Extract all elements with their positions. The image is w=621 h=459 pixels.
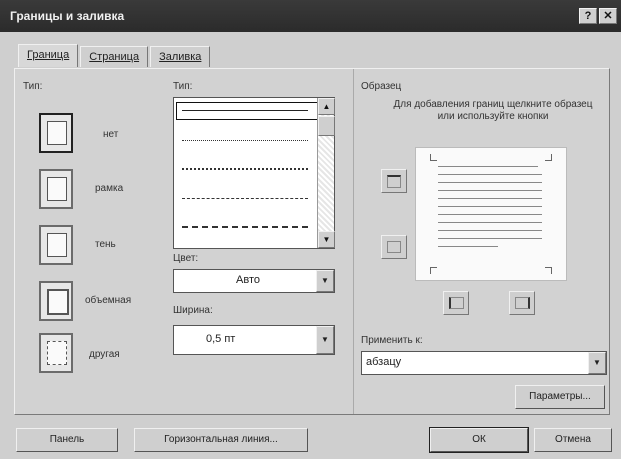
right-border-icon xyxy=(515,297,530,309)
style-solid[interactable] xyxy=(182,110,308,111)
ok-button[interactable]: ОК xyxy=(429,427,529,453)
borders-panel: Тип: нет рамка тень объемная другая Тип: xyxy=(14,68,610,415)
borders-dialog: Границы и заливка ? ✕ Граница Страница З… xyxy=(0,0,621,459)
toolbar-button[interactable]: Панель xyxy=(16,428,118,452)
sample-preview[interactable] xyxy=(415,147,567,281)
type-box-label: рамка xyxy=(95,183,124,194)
left-border-icon xyxy=(449,297,464,309)
preview-line xyxy=(438,166,538,167)
preview-line xyxy=(438,214,542,215)
selected-style-highlight xyxy=(176,102,318,120)
sample-label: Образец xyxy=(361,81,402,92)
preview-line xyxy=(438,222,542,223)
options-button[interactable]: Параметры... xyxy=(515,385,605,409)
title-bar: Границы и заливка ? ✕ xyxy=(0,0,621,32)
color-select[interactable]: Авто ▼ xyxy=(173,269,335,293)
inner-border-icon xyxy=(387,241,401,253)
top-border-icon xyxy=(387,175,401,188)
preview-line xyxy=(438,182,542,183)
preview-line xyxy=(438,238,542,239)
corner-mark-icon xyxy=(545,267,552,274)
type-3d-button[interactable] xyxy=(39,281,73,321)
preview-line xyxy=(438,206,542,207)
corner-mark-icon xyxy=(545,154,552,161)
preview-line xyxy=(438,174,542,175)
type-shadow-icon xyxy=(47,233,67,257)
horizontal-line-button[interactable]: Горизонтальная линия... xyxy=(134,428,308,452)
tab-shading[interactable]: Заливка xyxy=(150,46,211,67)
type-3d-icon xyxy=(47,289,69,315)
apply-to-label: Применить к: xyxy=(361,335,423,346)
line-style-list[interactable]: ▲ ▼ xyxy=(173,97,335,249)
tab-page-label: Страница xyxy=(89,51,140,63)
type-none-button[interactable] xyxy=(39,113,73,153)
type-3d-label: объемная xyxy=(85,295,132,306)
close-button[interactable]: ✕ xyxy=(599,8,617,24)
preview-line xyxy=(438,246,498,247)
tab-page[interactable]: Страница xyxy=(80,46,149,67)
title-buttons: ? ✕ xyxy=(579,8,617,24)
color-dropdown-icon[interactable]: ▼ xyxy=(316,270,334,292)
preview-line xyxy=(438,230,542,231)
preview-line xyxy=(438,198,542,199)
apply-to-value: абзацу xyxy=(366,356,402,368)
tab-shading-label: Заливка xyxy=(159,51,202,63)
tab-borders-label: Граница xyxy=(27,49,70,61)
scroll-thumb[interactable] xyxy=(318,116,335,136)
sample-hint: Для добавления границ щелкните образец и… xyxy=(393,99,593,122)
tab-borders[interactable]: Граница xyxy=(18,44,79,67)
type-none-label: нет xyxy=(103,129,119,140)
style-dashed[interactable] xyxy=(182,198,308,199)
color-value: Авто xyxy=(236,274,260,286)
scroll-up-arrow-icon[interactable]: ▲ xyxy=(318,98,335,115)
type-shadow-label: тень xyxy=(95,239,116,250)
apply-to-select[interactable]: абзацу ▼ xyxy=(361,351,607,375)
style-dotted-thick[interactable] xyxy=(182,168,308,170)
scroll-down-arrow-icon[interactable]: ▼ xyxy=(318,231,335,248)
top-border-button[interactable] xyxy=(381,169,407,193)
width-dropdown-icon[interactable]: ▼ xyxy=(316,326,334,354)
help-button[interactable]: ? xyxy=(579,8,597,24)
type-shadow-button[interactable] xyxy=(39,225,73,265)
tab-strip: Граница Страница Заливка xyxy=(18,44,212,67)
type-label: Тип: xyxy=(23,81,43,92)
section-divider xyxy=(353,69,354,414)
style-scrollbar[interactable]: ▲ ▼ xyxy=(317,98,335,248)
inner-border-button[interactable] xyxy=(381,235,407,259)
type-box-icon xyxy=(47,177,67,201)
type-custom-button[interactable] xyxy=(39,333,73,373)
width-select[interactable]: 0,5 пт ▼ xyxy=(173,325,335,355)
corner-mark-icon xyxy=(430,154,437,161)
color-label: Цвет: xyxy=(173,253,199,264)
corner-mark-icon xyxy=(430,267,437,274)
preview-line xyxy=(438,190,542,191)
right-border-button[interactable] xyxy=(509,291,535,315)
style-label: Тип: xyxy=(173,81,193,92)
width-value: 0,5 пт xyxy=(206,333,236,345)
type-custom-label: другая xyxy=(89,349,120,360)
width-label: Ширина: xyxy=(173,305,213,316)
style-dotted[interactable] xyxy=(182,140,308,141)
cancel-button[interactable]: Отмена xyxy=(534,428,612,452)
type-box-button[interactable] xyxy=(39,169,73,209)
left-border-button[interactable] xyxy=(443,291,469,315)
style-dash-dot[interactable] xyxy=(182,226,308,228)
window-title: Границы и заливка xyxy=(10,9,125,23)
apply-to-dropdown-icon[interactable]: ▼ xyxy=(588,352,606,374)
type-custom-icon xyxy=(47,341,67,365)
type-none-icon xyxy=(47,121,67,145)
